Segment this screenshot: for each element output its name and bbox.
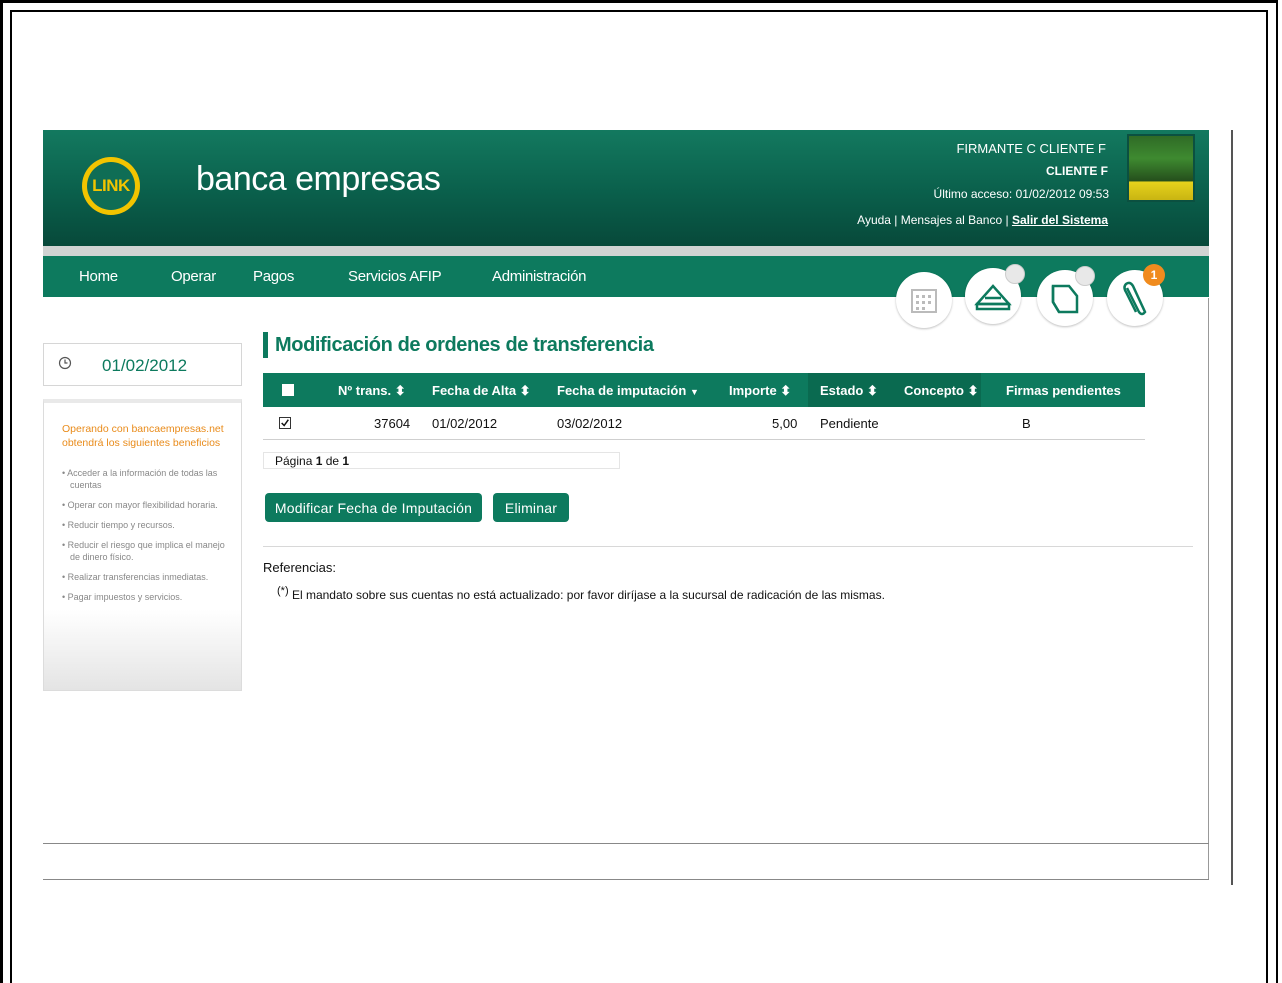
clock-icon xyxy=(58,356,72,370)
cell-estado: Pendiente xyxy=(820,416,879,431)
messages-link[interactable]: Mensajes al Banco xyxy=(901,213,1002,227)
references-label: Referencias: xyxy=(263,560,336,575)
page-scroll-edge xyxy=(1231,130,1233,885)
nav-servicios-afip[interactable]: Servicios AFIP xyxy=(348,268,442,285)
col-label: Fecha de Alta xyxy=(432,383,517,398)
link-logo-text: LINK xyxy=(87,162,135,210)
title-accent xyxy=(263,332,268,358)
col-label: Importe xyxy=(729,383,777,398)
nav-pagos[interactable]: Pagos xyxy=(253,268,294,285)
col-firmas-pendientes: Firmas pendientes xyxy=(1006,383,1121,398)
col-label: Fecha de imputación xyxy=(557,383,687,398)
current-date-box: 01/02/2012 xyxy=(43,343,242,386)
list-item: Operar con mayor flexibilidad horaria. xyxy=(62,499,234,511)
documents-indicator xyxy=(1075,266,1095,286)
sort-icon: ⬍ xyxy=(519,383,531,398)
nav-operar[interactable]: Operar xyxy=(171,268,216,285)
cell-importe: 5,00 xyxy=(772,416,798,431)
sort-icon: ⬍ xyxy=(866,383,878,398)
table-header: Nº trans. ⬍ Fecha de Alta ⬍ Fecha de imp… xyxy=(263,373,1145,407)
nav-administracion[interactable]: Administración xyxy=(492,268,586,285)
page-title: Modificación de ordenes de transferencia xyxy=(275,334,654,356)
cell-fecha-imputacion: 03/02/2012 xyxy=(557,416,623,431)
list-item: Realizar transferencias inmediatas. xyxy=(62,571,234,583)
sort-desc-icon: ▼ xyxy=(689,387,699,397)
calendar-button[interactable] xyxy=(896,272,952,328)
pager-mid: de xyxy=(322,454,343,468)
top-links: Ayuda | Mensajes al Banco | Salir del Si… xyxy=(857,213,1108,227)
list-item: Acceder a la información de todas las cu… xyxy=(62,467,234,491)
cell-firmas: B xyxy=(1022,416,1031,431)
col-importe[interactable]: Importe ⬍ xyxy=(729,383,791,399)
select-all-checkbox[interactable] xyxy=(282,384,294,396)
pager: Página 1 de 1 xyxy=(275,454,349,468)
list-item: Pagar impuestos y servicios. xyxy=(62,591,234,603)
col-fecha-alta[interactable]: Fecha de Alta ⬍ xyxy=(432,383,531,399)
col-concepto[interactable]: Concepto ⬍ xyxy=(904,383,978,399)
header-divider xyxy=(43,246,1209,256)
benefits-panel: Operando con bancaempresas.net obtendrá … xyxy=(43,399,242,691)
checkmark-icon xyxy=(281,419,289,427)
content-right-border xyxy=(1208,298,1209,880)
benefits-title: Operando con bancaempresas.net obtendrá … xyxy=(62,423,224,449)
brand-title: banca empresas xyxy=(196,160,441,198)
sort-icon: ⬍ xyxy=(394,383,406,398)
pager-total: 1 xyxy=(342,454,350,468)
notification-badge: 1 xyxy=(1143,264,1165,286)
logout-link[interactable]: Salir del Sistema xyxy=(1012,213,1108,227)
col-estado[interactable]: Estado ⬍ xyxy=(820,383,878,399)
delete-button[interactable]: Eliminar xyxy=(493,493,569,522)
benefits-list: Acceder a la información de todas las cu… xyxy=(62,467,234,611)
current-date: 01/02/2012 xyxy=(102,356,188,375)
link-separator: | xyxy=(890,213,901,227)
sort-icon: ⬍ xyxy=(967,383,979,398)
cell-fecha-alta: 01/02/2012 xyxy=(432,416,498,431)
main-nav xyxy=(43,256,1209,297)
link-logo[interactable]: LINK xyxy=(82,157,140,215)
modify-date-button[interactable]: Modificar Fecha de Imputación xyxy=(265,493,482,522)
header-photo xyxy=(1127,134,1195,202)
list-item: Reducir el riesgo que implica el manejo … xyxy=(62,539,234,563)
footer-divider-top xyxy=(43,843,1209,844)
reference-body: El mandato sobre sus cuentas no está act… xyxy=(288,588,885,602)
footer-divider-bottom xyxy=(43,879,1209,880)
nav-home[interactable]: Home xyxy=(79,268,118,285)
row-checkbox[interactable] xyxy=(279,417,291,429)
sort-icon: ⬍ xyxy=(780,383,792,398)
col-label: Nº trans. xyxy=(338,383,392,398)
envelope-icon xyxy=(974,284,1012,311)
col-fecha-imputacion[interactable]: Fecha de imputación ▼ xyxy=(557,383,699,398)
client-name: CLIENTE F xyxy=(1046,164,1108,178)
help-link[interactable]: Ayuda xyxy=(857,213,891,227)
user-name: FIRMANTE C CLIENTE F xyxy=(956,141,1106,156)
pager-prefix: Página xyxy=(275,454,316,468)
table-row: 37604 01/02/2012 03/02/2012 5,00 Pendien… xyxy=(263,408,1145,440)
references-text: (*) El mandato sobre sus cuentas no está… xyxy=(277,585,885,602)
col-label: Estado xyxy=(820,383,864,398)
calendar-icon xyxy=(911,289,937,313)
messages-indicator xyxy=(1005,264,1025,284)
list-item: Reducir tiempo y recursos. xyxy=(62,519,234,531)
link-separator: | xyxy=(1002,213,1012,227)
col-n-trans[interactable]: Nº trans. ⬍ xyxy=(338,383,406,399)
col-label: Concepto xyxy=(904,383,964,398)
divider xyxy=(263,546,1193,547)
cell-n-trans: 37604 xyxy=(374,416,411,431)
reference-mark: (*) xyxy=(277,585,289,597)
last-access: Último acceso: 01/02/2012 09:53 xyxy=(933,187,1109,201)
